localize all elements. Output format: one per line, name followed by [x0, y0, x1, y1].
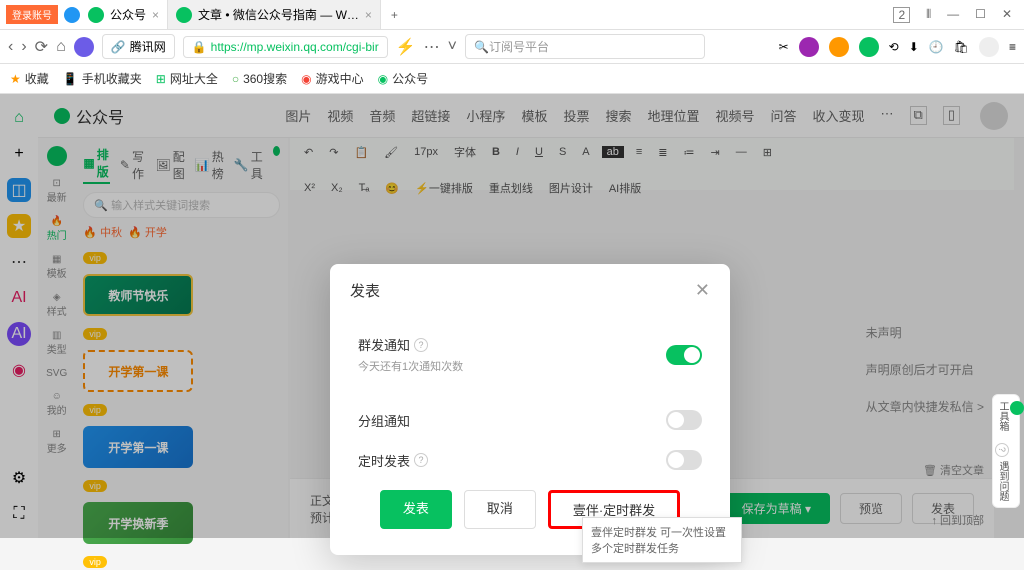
download-icon[interactable]: ⬇	[909, 40, 919, 54]
tab-active[interactable]: 公众号 ×	[80, 0, 168, 29]
tab-inactive[interactable]: 文章 • 微信公众号指南 — W… ×	[168, 0, 381, 29]
menu-icon[interactable]: ≡	[1009, 40, 1016, 54]
telegram-icon[interactable]	[64, 7, 80, 23]
ext1-icon[interactable]	[799, 37, 819, 57]
modal-header: 发表 ✕	[330, 264, 730, 317]
bookmarks-bar: ★收藏 📱手机收藏夹 ⊞网址大全 ○360搜索 ◉游戏中心 ◉公众号	[0, 64, 1024, 94]
bookmark-wechat[interactable]: ◉公众号	[378, 70, 429, 87]
publish-modal: 发表 ✕ 群发通知 ? 今天还有1次通知次数 分组通知 定时发表 ? 发表	[330, 264, 730, 555]
right-float-toolbox: 工具箱 ?遇到问题	[992, 394, 1020, 508]
bag-icon[interactable]: 🛍	[954, 40, 969, 54]
lock-icon: 🔒	[192, 40, 207, 54]
url-bar[interactable]: 🔒 https://mp.weixin.qq.com/cgi-bir	[183, 36, 388, 58]
toggle-scheduled[interactable]	[666, 450, 702, 470]
publish-button[interactable]: 发表	[380, 490, 452, 529]
chevron-down-icon[interactable]: ˅	[448, 38, 457, 56]
tooltip: 壹伴定时群发 可一次性设置多个定时群发任务	[582, 517, 742, 563]
close-window-icon[interactable]: ✕	[1002, 7, 1012, 23]
toolbox-item[interactable]: 工具箱	[993, 395, 1024, 437]
opt-label-text: 群发通知	[358, 335, 410, 354]
help-icon[interactable]: ?	[414, 453, 428, 467]
maximize-icon[interactable]: ☐	[975, 7, 986, 23]
wechat-icon	[176, 7, 192, 23]
cancel-button[interactable]: 取消	[464, 490, 536, 529]
home-icon[interactable]: ⌂	[56, 38, 66, 56]
bookmark-mobile[interactable]: 📱手机收藏夹	[63, 70, 142, 87]
bookmark-360[interactable]: ○360搜索	[232, 70, 287, 87]
ext3-icon[interactable]	[859, 37, 879, 57]
reload-icon[interactable]: ⟳	[35, 37, 48, 57]
window-box-icon[interactable]: 2	[893, 7, 910, 23]
more-icon[interactable]: ⋯	[424, 37, 440, 57]
option-scheduled: 定时发表 ?	[350, 440, 710, 480]
link-icon: 🔗	[111, 40, 126, 54]
back-icon[interactable]: ‹	[8, 38, 13, 56]
new-tab-button[interactable]: +	[381, 8, 408, 22]
wechat-icon	[88, 7, 104, 23]
toggle-group[interactable]	[666, 410, 702, 430]
tenxun-label: 腾讯网	[130, 38, 166, 55]
profile-icon[interactable]	[979, 37, 999, 57]
bookmark-star[interactable]: ★收藏	[10, 70, 49, 87]
bookmark-game[interactable]: ◉游戏中心	[301, 70, 364, 87]
toolbox-item[interactable]: ?遇到问题	[993, 437, 1012, 507]
search-icon: 🔍	[474, 40, 489, 54]
option-broadcast-notify: 群发通知 ? 今天还有1次通知次数	[350, 325, 710, 384]
tab-label: 公众号	[110, 6, 146, 23]
ai-icon[interactable]	[74, 37, 94, 57]
opt-label-text: 定时发表	[358, 451, 410, 470]
browser-tabs: 登录账号 公众号 × 文章 • 微信公众号指南 — W… × + 2 ⫴ — ☐…	[0, 0, 1024, 30]
close-icon[interactable]: ×	[152, 8, 159, 22]
opt-subtext: 今天还有1次通知次数	[358, 358, 463, 374]
login-badge[interactable]: 登录账号	[6, 5, 58, 24]
url-text: https://mp.weixin.qq.com/cgi-bir	[211, 40, 379, 54]
search-box[interactable]: 🔍 订阅号平台	[465, 34, 705, 59]
sync-icon[interactable]: ⟲	[889, 40, 899, 54]
tab-label: 文章 • 微信公众号指南 — W…	[198, 6, 359, 23]
ext2-icon[interactable]	[829, 37, 849, 57]
bookmark-sites[interactable]: ⊞网址大全	[156, 70, 218, 87]
minimize-icon[interactable]: —	[947, 7, 959, 23]
search-placeholder: 订阅号平台	[489, 38, 549, 55]
option-group-notify: 分组通知	[350, 400, 710, 440]
close-icon[interactable]: ✕	[695, 280, 710, 301]
opt-label-text: 分组通知	[358, 411, 410, 430]
action-icon[interactable]: ⚡	[396, 37, 416, 57]
help-icon[interactable]: ?	[414, 338, 428, 352]
forward-icon[interactable]: ›	[21, 38, 26, 56]
close-icon[interactable]: ×	[365, 8, 372, 22]
modal-title: 发表	[350, 280, 380, 301]
browser-toolbar: ‹ › ⟳ ⌂ 🔗 腾讯网 🔒 https://mp.weixin.qq.com…	[0, 30, 1024, 64]
toggle-broadcast[interactable]	[666, 345, 702, 365]
history-icon[interactable]: 🕘	[929, 40, 944, 54]
ext-icon[interactable]: ⫴	[926, 7, 931, 23]
secondary-url-box[interactable]: 🔗 腾讯网	[102, 34, 175, 59]
cut-icon[interactable]: ✂	[779, 40, 789, 54]
vip-badge: vip	[83, 556, 107, 568]
